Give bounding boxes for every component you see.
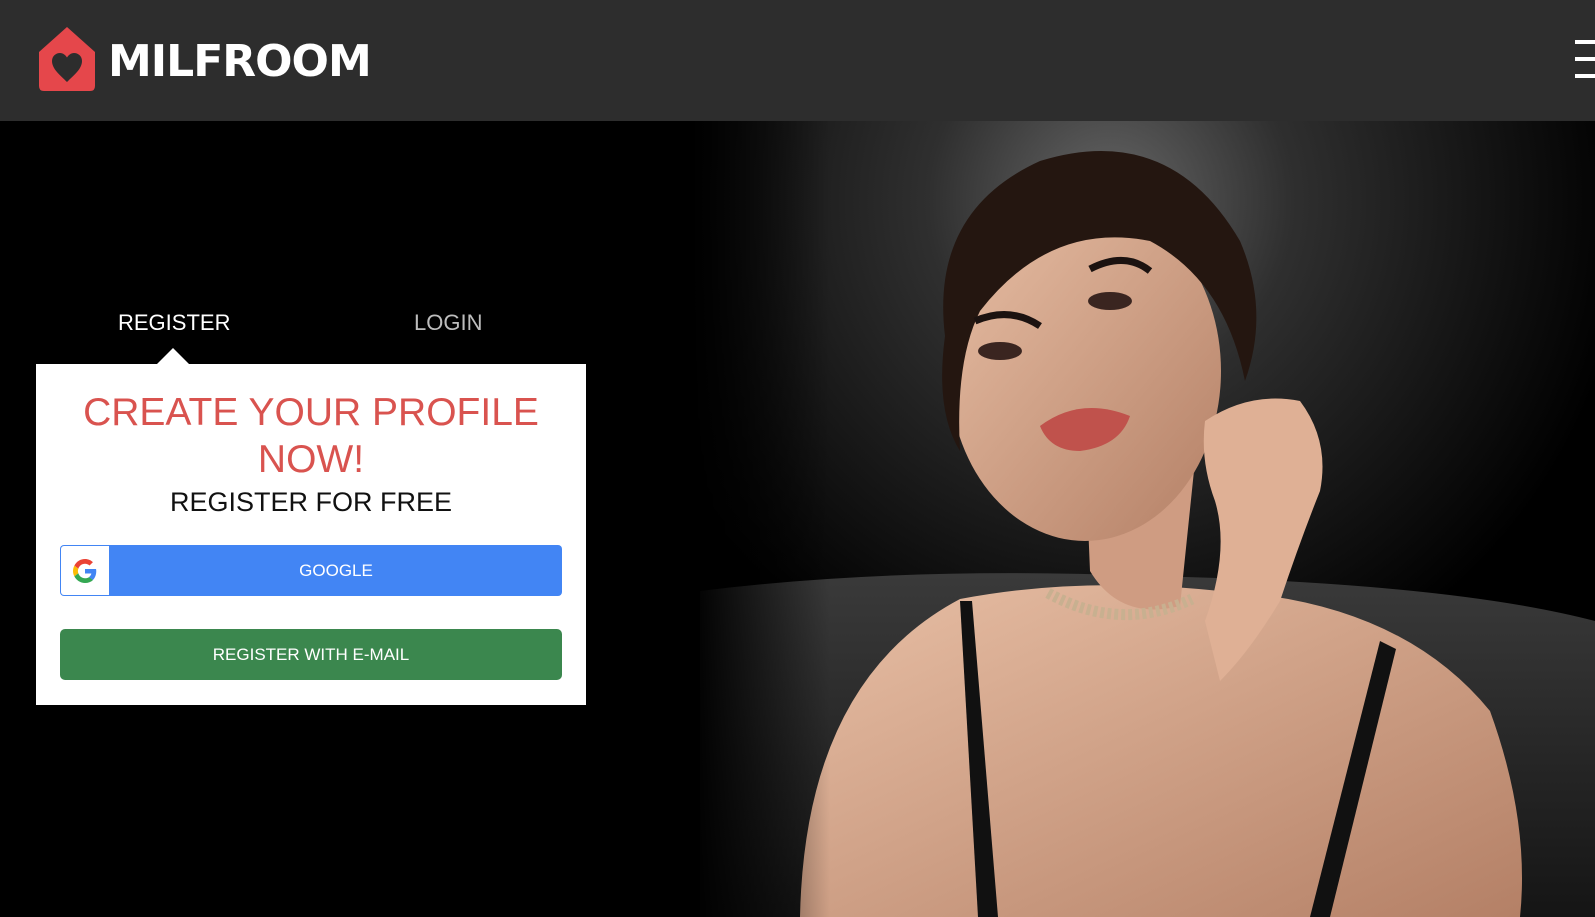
logo-text: MILFROOM bbox=[108, 36, 372, 87]
register-email-button[interactable]: REGISTER WITH E-MAIL bbox=[60, 629, 562, 680]
google-g-icon bbox=[73, 558, 97, 583]
hamburger-menu-icon[interactable] bbox=[1575, 40, 1595, 78]
logo[interactable]: MILFROOM bbox=[38, 26, 372, 92]
active-tab-pointer bbox=[157, 348, 189, 364]
google-signup-button[interactable]: GOOGLE bbox=[60, 545, 562, 596]
card-title: CREATE YOUR PROFILE NOW! bbox=[83, 391, 539, 481]
google-icon-box bbox=[61, 546, 109, 595]
register-card: CREATE YOUR PROFILE NOW! REGISTER FOR FR… bbox=[36, 364, 586, 705]
tab-login[interactable]: LOGIN bbox=[414, 310, 482, 336]
house-heart-icon bbox=[39, 27, 95, 91]
google-button-label: GOOGLE bbox=[299, 561, 373, 580]
site-header: MILFROOM bbox=[0, 0, 1595, 121]
auth-tabs: REGISTER LOGIN bbox=[36, 310, 586, 340]
tab-register[interactable]: REGISTER bbox=[118, 310, 230, 336]
hero-section: REGISTER LOGIN CREATE YOUR PROFILE NOW! … bbox=[0, 121, 1595, 917]
card-subtitle: REGISTER FOR FREE bbox=[169, 487, 453, 517]
